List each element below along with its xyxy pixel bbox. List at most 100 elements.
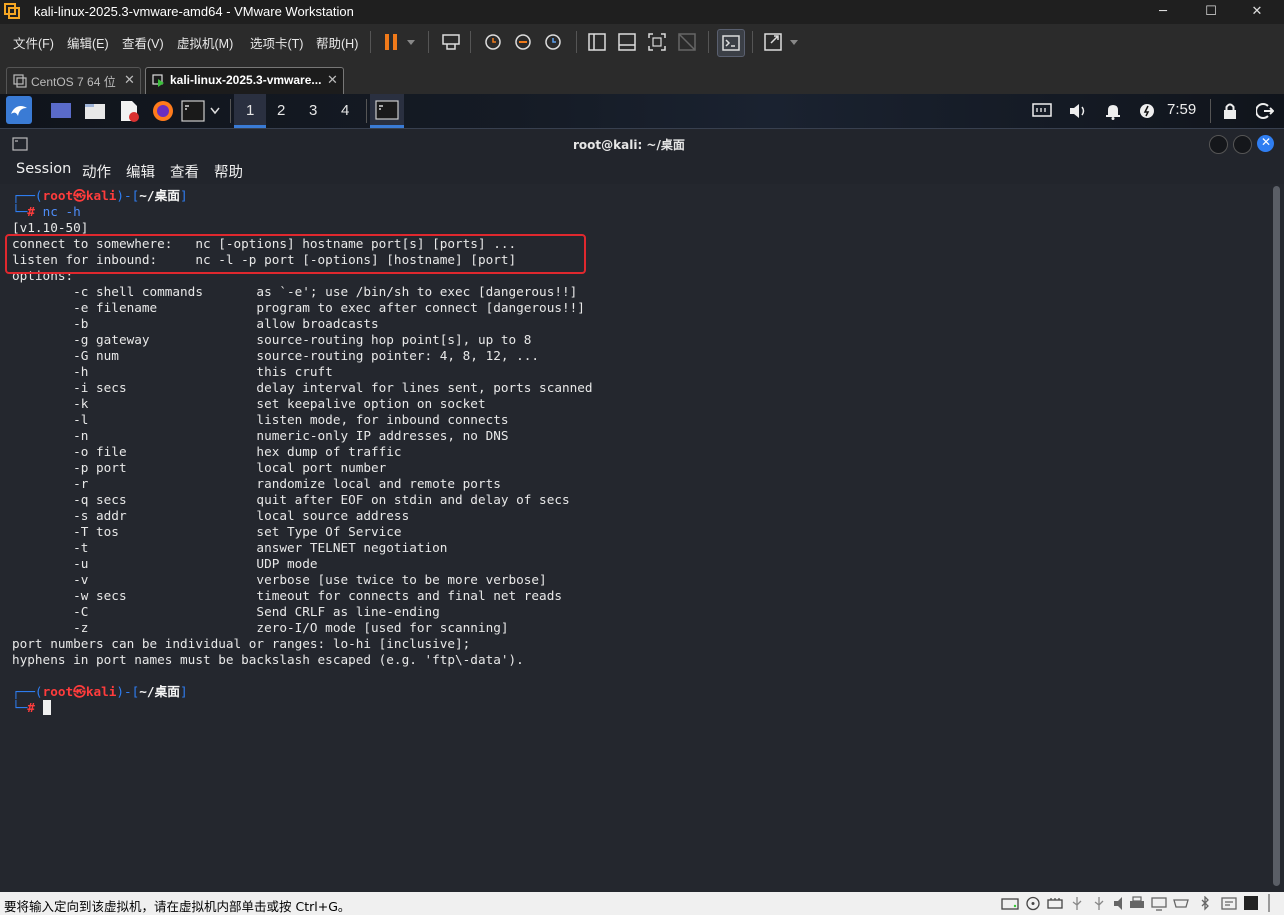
output-line: -G num source-routing pointer: 4, 8, 12,… [12,348,540,363]
close-icon: ✕ [1261,135,1272,149]
pause-icon[interactable] [380,32,402,52]
close-window-button[interactable]: ✕ [1234,0,1280,24]
toolbar-separator [708,31,709,53]
output-line: -C Send CRLF as line-ending [12,604,440,619]
unity-icon[interactable] [676,32,698,52]
panel-separator [230,99,231,123]
terminal-output-area[interactable]: ┌──(root㉿kali)-[~/桌面] └─# nc -h [v1.10-5… [0,184,1270,892]
chevron-down-icon[interactable] [210,107,220,115]
terminal-icon [722,35,740,51]
printer-icon[interactable] [1128,896,1146,911]
output-line: hyphens in port names must be backslash … [12,652,524,667]
command-line: └─# [12,700,51,716]
minimize-button[interactable]: ─ [1140,0,1186,24]
maximize-button[interactable]: ☐ [1188,0,1234,24]
console-view-button[interactable] [717,29,745,57]
vm-tab-bar: CentOS 7 64 位 ✕ kali-linux-2025.3-vmware… [0,60,1284,95]
vm-status-indicator[interactable] [1244,896,1258,910]
workspace-3-button[interactable]: 3 [309,102,317,119]
terminal-scrollbar[interactable] [1270,184,1284,892]
prompt-line: ┌──(root㉿kali)-[~/桌面] [12,684,188,699]
toolbar-separator [576,31,577,53]
lock-screen-icon[interactable] [1222,102,1238,120]
power-manager-icon[interactable] [1139,103,1155,119]
output-line: -q secs quit after EOF on stdin and dela… [12,492,570,507]
output-line: -l listen mode, for inbound connects [12,412,509,427]
network-icon[interactable] [1032,103,1052,119]
bluetooth-icon[interactable] [1196,896,1214,911]
menu-help[interactable]: 帮助(H) [316,33,358,52]
terminal-menu-view[interactable]: 查看 [170,161,199,182]
menu-file[interactable]: 文件(F) [13,33,54,52]
terminal-minimize-button[interactable] [1209,135,1228,154]
vmware-title-bar: kali-linux-2025.3-vmware-amd64 - VMware … [0,0,1284,24]
menu-view[interactable]: 查看(V) [122,33,164,52]
show-desktop-icon[interactable] [50,101,72,121]
terminal-maximize-button[interactable] [1233,135,1252,154]
taskbar-terminal-window[interactable] [370,94,404,128]
close-tab-icon[interactable]: ✕ [124,72,135,88]
cd-dvd-icon[interactable] [1024,896,1042,911]
menu-tabs[interactable]: 选项卡(T) [250,33,303,52]
revert-snapshot-icon[interactable] [512,32,534,52]
stretch-guest-icon[interactable] [762,32,784,52]
terminal-menu-actions[interactable]: 动作 [82,161,111,182]
output-line: -z zero-I/O mode [used for scanning] [12,620,509,635]
workspace-2-button[interactable]: 2 [277,102,285,119]
output-line: -t answer TELNET negotiation [12,540,448,555]
hard-disk-icon[interactable] [1000,896,1020,911]
usb-icon[interactable] [1068,896,1086,911]
terminal-menu-edit[interactable]: 编辑 [126,161,155,182]
menu-edit[interactable]: 编辑(E) [67,33,109,52]
chevron-down-icon[interactable] [789,39,799,47]
terminal-menubar: Session 动作 编辑 查看 帮助 [0,158,1284,184]
message-log-icon[interactable] [1220,896,1238,911]
terminal-close-button[interactable]: ✕ [1257,135,1274,152]
panel-clock[interactable]: 7:59 [1167,101,1196,118]
toolbar-separator [370,31,371,53]
workspace-4-button[interactable]: 4 [341,102,349,119]
network-adapter-icon[interactable] [1046,896,1064,911]
output-line: -b allow broadcasts [12,316,379,331]
chevron-down-icon[interactable] [406,39,416,47]
scrollbar-thumb[interactable] [1273,186,1280,886]
workspace-1-button[interactable]: 1 [234,94,266,128]
vmware-logo-icon [4,3,20,19]
send-ctrl-alt-del-icon[interactable] [440,32,462,52]
display-icon[interactable] [1150,896,1168,911]
highlight-annotation-box [5,234,586,274]
text-editor-icon[interactable] [118,99,140,123]
terminal-menu-help[interactable]: 帮助 [214,161,243,182]
file-manager-icon[interactable] [84,101,106,121]
tab-centos[interactable]: CentOS 7 64 位 ✕ [6,67,141,95]
snapshot-manager-icon[interactable] [542,32,564,52]
kali-menu-button[interactable] [6,96,32,124]
volume-icon[interactable] [1068,102,1088,120]
fullscreen-icon[interactable] [646,32,668,52]
snapshot-icon[interactable] [482,32,504,52]
terminal-menu-session[interactable]: Session [16,161,71,177]
terminal-launcher-icon[interactable] [181,100,205,122]
vm-running-icon [152,74,164,87]
output-line: -h this cruft [12,364,333,379]
terminal-window-icon [12,137,28,151]
close-tab-icon[interactable]: ✕ [327,72,338,88]
text-cursor [42,700,51,715]
command-line: └─# nc -h [12,204,81,219]
tab-kali[interactable]: kali-linux-2025.3-vmware... ✕ [145,67,344,95]
usb-device-icon[interactable] [1090,896,1108,911]
firefox-icon[interactable] [151,99,175,123]
notifications-bell-icon[interactable] [1104,102,1122,120]
terminal-window-titlebar: root@kali: ~/桌面 ✕ [0,128,1284,159]
status-separator [1268,894,1270,912]
thumbnail-bar-icon[interactable] [616,32,638,52]
output-line: port numbers can be individual or ranges… [12,636,471,651]
output-line: -c shell commands as `-e'; use /bin/sh t… [12,284,578,299]
terminal-icon [375,100,399,120]
vmware-status-bar: 要将输入定向到该虚拟机，请在虚拟机内部单击或按 Ctrl+G。 [0,892,1284,915]
library-view-icon[interactable] [586,32,608,52]
toolbar-separator [428,31,429,53]
logout-icon[interactable] [1256,102,1274,120]
serial-port-icon[interactable] [1172,896,1190,911]
menu-vm[interactable]: 虚拟机(M) [177,33,233,52]
